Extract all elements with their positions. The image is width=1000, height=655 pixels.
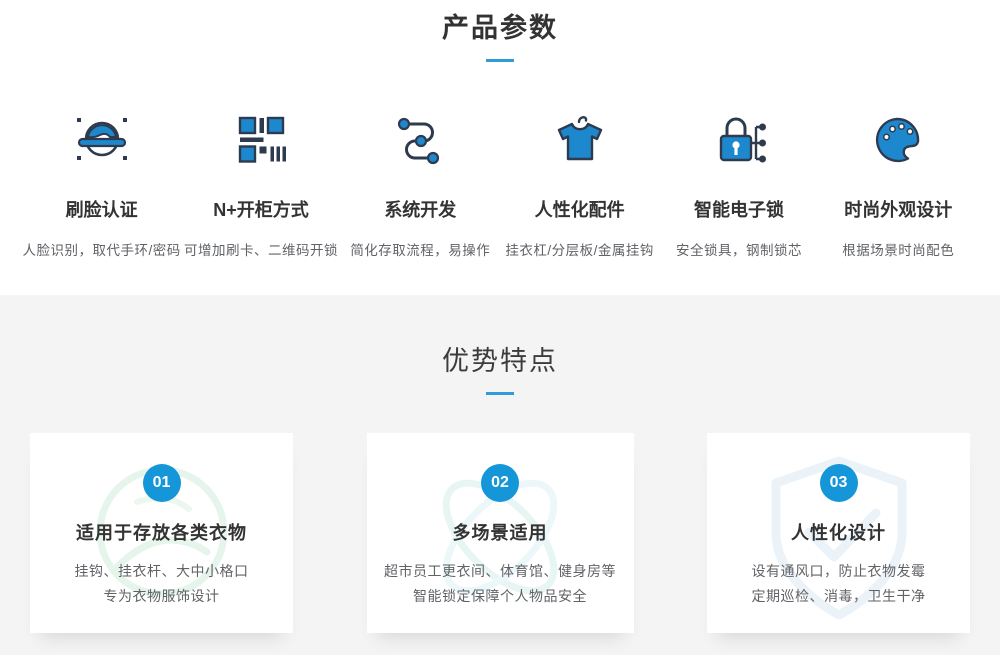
- card-number-badge: 03: [820, 464, 858, 502]
- advantage-card-scenarios: 02 多场景适用 超市员工更衣间、体育馆、健身房等 智能锁定保障个人物品安全: [367, 433, 634, 633]
- section-title-advantages: 优势特点: [0, 343, 1000, 379]
- card-title: 多场景适用: [367, 519, 634, 545]
- card-desc-line2: 智能锁定保障个人物品安全: [367, 584, 634, 609]
- feature-title: 时尚外观设计: [819, 196, 978, 222]
- advantages-section: 优势特点 01 适用于存放各类衣物 挂钩、挂衣杆、大中小格口 专为衣物服饰设计 …: [0, 295, 1000, 655]
- card-number-badge: 02: [481, 464, 519, 502]
- title-underline: [486, 59, 514, 62]
- feature-design: 时尚外观设计 根据场景时尚配色: [819, 108, 978, 259]
- feature-title: N+开柜方式: [181, 196, 340, 222]
- feature-title: 智能电子锁: [659, 196, 818, 222]
- feature-desc: 简化存取流程，易操作: [341, 239, 500, 259]
- card-number-badge: 01: [143, 464, 181, 502]
- feature-system-dev: 系统开发 简化存取流程，易操作: [341, 108, 500, 259]
- feature-desc: 人脸识别，取代手环/密码: [22, 239, 181, 259]
- advantage-card-storage: 01 适用于存放各类衣物 挂钩、挂衣杆、大中小格口 专为衣物服饰设计: [30, 433, 293, 633]
- card-desc-line1: 设有通风口，防止衣物发霉: [707, 559, 970, 584]
- feature-title: 人性化配件: [500, 196, 659, 222]
- advantage-cards-row: 01 适用于存放各类衣物 挂钩、挂衣杆、大中小格口 专为衣物服饰设计 02 多场…: [0, 433, 1000, 633]
- card-desc-line2: 定期巡检、消毒，卫生干净: [707, 584, 970, 609]
- feature-face-auth: 刷脸认证 人脸识别，取代手环/密码: [22, 108, 181, 259]
- qr-code-icon: [229, 109, 293, 173]
- feature-open-methods: N+开柜方式 可增加刷卡、二维码开锁: [181, 108, 340, 259]
- card-desc-line2: 专为衣物服饰设计: [30, 584, 293, 609]
- title-underline: [486, 392, 514, 395]
- tshirt-hanger-icon: [548, 109, 612, 173]
- card-title: 适用于存放各类衣物: [30, 519, 293, 545]
- feature-smart-lock: 智能电子锁 安全锁具，钢制锁芯: [659, 108, 818, 259]
- card-desc-line1: 超市员工更衣间、体育馆、健身房等: [367, 559, 634, 584]
- features-row: 刷脸认证 人脸识别，取代手环/密码 N+开柜方式 可增加刷卡、二维码开锁: [0, 108, 1000, 259]
- card-desc-line1: 挂钩、挂衣杆、大中小格口: [30, 559, 293, 584]
- feature-title: 刷脸认证: [22, 196, 181, 222]
- face-scan-icon: [70, 109, 134, 173]
- flow-path-icon: [388, 109, 452, 173]
- product-parameters-section: 产品参数 刷脸认证 人脸识别，取代手环/密码: [0, 0, 1000, 295]
- feature-desc: 可增加刷卡、二维码开锁: [181, 239, 340, 259]
- palette-icon: [866, 109, 930, 173]
- feature-title: 系统开发: [341, 196, 500, 222]
- feature-desc: 根据场景时尚配色: [819, 239, 978, 259]
- section-title-params: 产品参数: [0, 10, 1000, 46]
- feature-desc: 安全锁具，钢制锁芯: [659, 239, 818, 259]
- advantage-card-humanized: 03 人性化设计 设有通风口，防止衣物发霉 定期巡检、消毒，卫生干净: [707, 433, 970, 633]
- smart-lock-icon: [707, 109, 771, 173]
- feature-desc: 挂衣杠/分层板/金属挂钩: [500, 239, 659, 259]
- card-title: 人性化设计: [707, 519, 970, 545]
- feature-accessories: 人性化配件 挂衣杠/分层板/金属挂钩: [500, 108, 659, 259]
